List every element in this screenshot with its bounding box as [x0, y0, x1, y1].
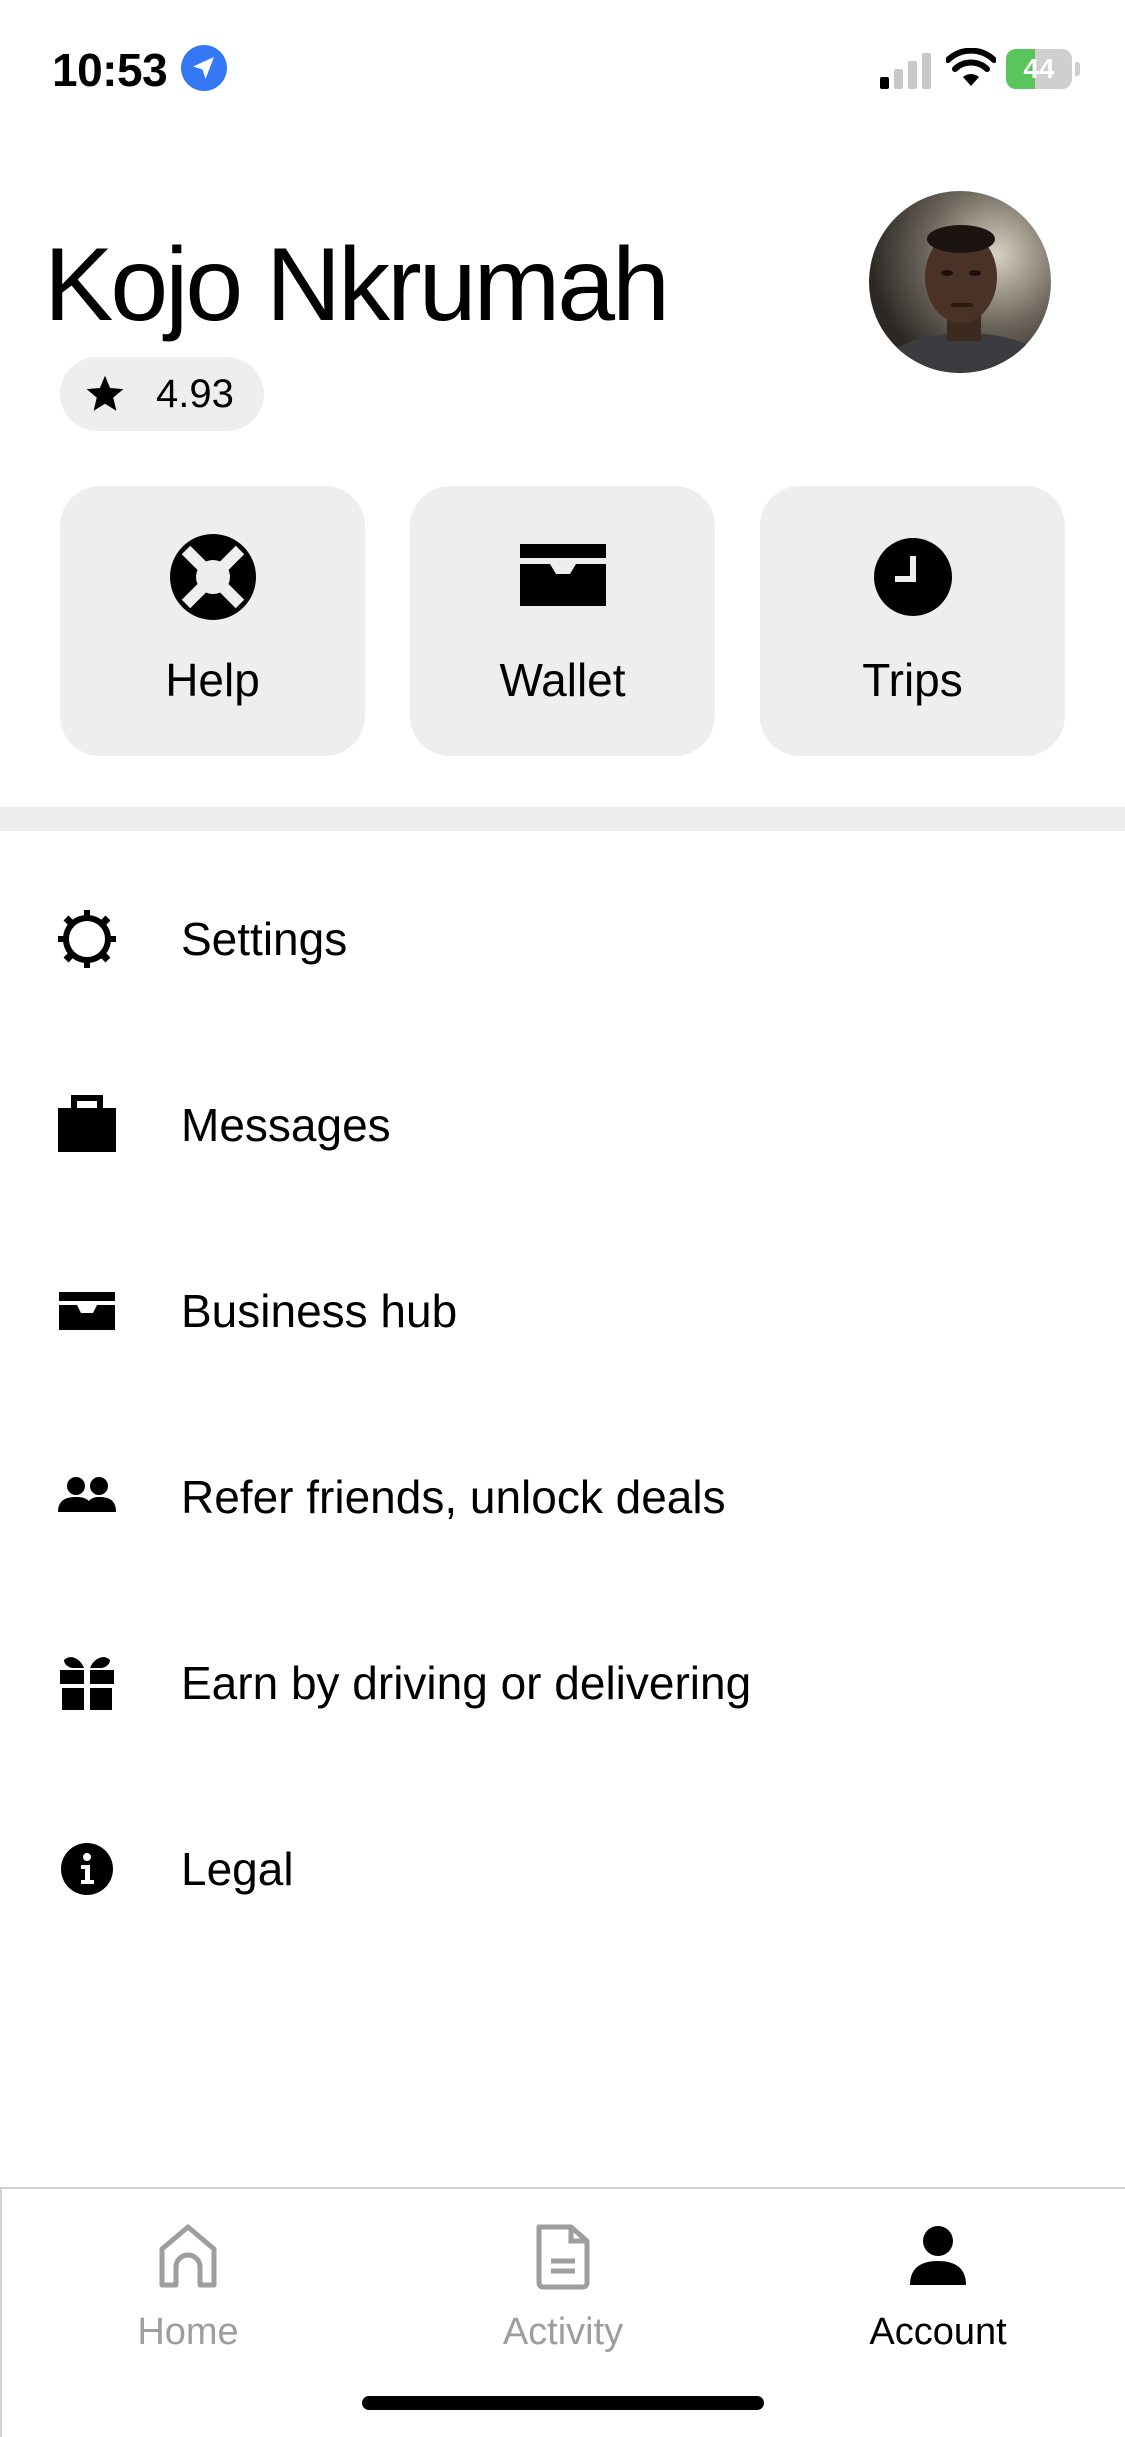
battery-level: 44	[1023, 53, 1055, 84]
wallet-tile[interactable]: Wallet	[410, 486, 715, 756]
gear-icon	[56, 908, 118, 970]
menu-label-business-hub: Business hub	[181, 1285, 458, 1337]
avatar[interactable]	[869, 191, 1051, 373]
briefcase-icon	[56, 1094, 118, 1156]
info-icon	[56, 1838, 118, 1900]
menu-label-earn-driving: Earn by driving or delivering	[181, 1657, 752, 1709]
status-time: 10:53	[52, 44, 168, 96]
profile-name: Kojo Nkrumah	[44, 227, 670, 343]
location-arrow-icon	[180, 44, 228, 92]
home-icon	[159, 2224, 217, 2288]
rating-value: 4.93	[156, 371, 234, 416]
lifebuoy-icon	[170, 534, 256, 620]
wallet-label: Wallet	[499, 654, 626, 706]
section-divider	[0, 807, 1125, 831]
account-icon	[910, 2226, 966, 2285]
help-tile[interactable]: Help	[60, 486, 365, 756]
star-icon	[86, 375, 124, 411]
tab-home[interactable]: Home	[38, 2189, 338, 2389]
tab-label-account: Account	[869, 2311, 1007, 2353]
clock-icon	[874, 538, 952, 616]
menu-item-business-hub[interactable]: Business hub	[0, 1236, 1125, 1386]
menu-label-refer-friends: Refer friends, unlock deals	[181, 1471, 726, 1523]
menu-label-settings: Settings	[181, 913, 348, 965]
trips-tile[interactable]: Trips	[760, 486, 1065, 756]
menu-item-legal[interactable]: Legal	[0, 1794, 1125, 1944]
tab-label-home: Home	[137, 2311, 239, 2353]
menu-item-earn-driving[interactable]: Earn by driving or delivering	[0, 1608, 1125, 1758]
tray-icon	[56, 1280, 118, 1342]
battery-icon: 44	[1006, 49, 1080, 89]
gift-icon	[56, 1652, 118, 1714]
people-icon	[56, 1466, 118, 1528]
rating-badge[interactable]: 4.93	[60, 357, 264, 431]
wifi-icon	[945, 47, 997, 88]
tab-account[interactable]: Account	[788, 2189, 1088, 2389]
help-label: Help	[165, 654, 260, 706]
wallet-icon	[520, 544, 606, 606]
cellular-signal-icon	[878, 51, 934, 89]
menu-item-refer-friends[interactable]: Refer friends, unlock deals	[0, 1422, 1125, 1572]
menu-item-settings[interactable]: Settings	[0, 864, 1125, 1014]
menu-item-messages[interactable]: Messages	[0, 1050, 1125, 1200]
menu-label-messages: Messages	[181, 1099, 391, 1151]
tab-label-activity: Activity	[502, 2311, 624, 2353]
menu-label-legal: Legal	[181, 1843, 294, 1895]
tab-activity[interactable]: Activity	[413, 2189, 713, 2389]
battery-cap	[1075, 62, 1080, 76]
home-indicator	[362, 2396, 764, 2410]
activity-icon	[536, 2224, 590, 2290]
trips-label: Trips	[862, 654, 963, 706]
